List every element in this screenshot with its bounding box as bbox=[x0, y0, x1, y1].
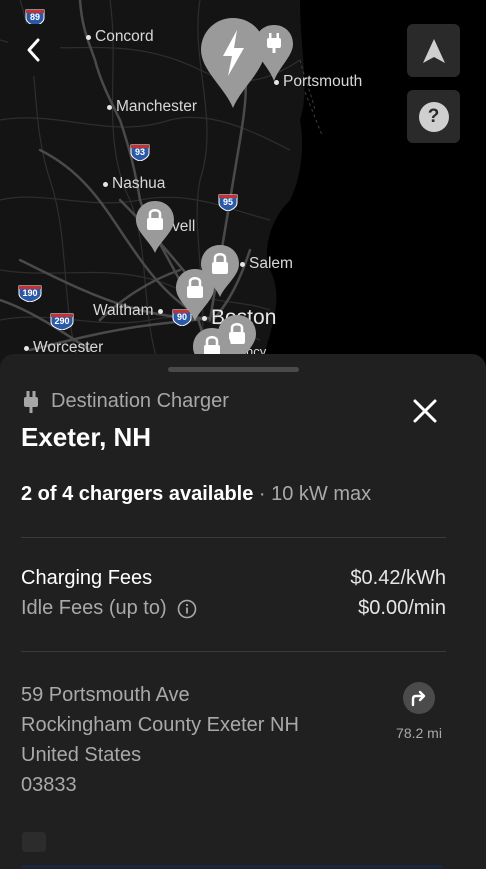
recenter-button[interactable] bbox=[407, 24, 460, 77]
destination-charger-pin-icon[interactable] bbox=[255, 25, 293, 88]
back-button[interactable] bbox=[8, 24, 60, 76]
plug-icon bbox=[24, 390, 38, 413]
partial-icon bbox=[22, 832, 46, 852]
charging-fees-value: $0.42/kWh bbox=[350, 567, 446, 589]
locked-charger-pin-icon[interactable] bbox=[136, 201, 174, 260]
interstate-shield: 95 bbox=[218, 193, 238, 212]
city-label: Manchester bbox=[107, 98, 197, 116]
directions-button[interactable]: 78.2 mi bbox=[390, 682, 448, 741]
navigation-arrow-icon bbox=[422, 38, 445, 63]
max-power: · 10 kW max bbox=[253, 483, 372, 505]
charging-fees-label: Charging Fees bbox=[21, 567, 153, 589]
idle-fees-row: Idle Fees (up to) $0.00/min bbox=[21, 597, 446, 620]
help-icon: ? bbox=[418, 101, 449, 132]
city-label: Salem bbox=[240, 255, 293, 273]
interstate-shield: 190 bbox=[18, 284, 42, 303]
drag-handle[interactable] bbox=[168, 367, 299, 372]
close-button[interactable] bbox=[408, 394, 442, 428]
map-view[interactable]: Concord Manchester Nashua Portsmouth vel… bbox=[0, 0, 486, 370]
address-line: Rockingham County Exeter NH bbox=[21, 714, 299, 736]
availability-count: 2 of 4 chargers available bbox=[21, 483, 254, 505]
directions-icon bbox=[403, 682, 435, 714]
charger-type: Destination Charger bbox=[22, 390, 229, 413]
city-label: vell bbox=[172, 218, 196, 235]
divider bbox=[21, 651, 446, 652]
interstate-shield: 290 bbox=[50, 312, 74, 331]
idle-fees-value: $0.00/min bbox=[358, 597, 446, 619]
charger-type-label: Destination Charger bbox=[51, 390, 229, 412]
bottom-edge bbox=[22, 865, 442, 868]
charger-details-sheet: Destination Charger Exeter, NH 2 of 4 ch… bbox=[0, 354, 486, 869]
city-label: Concord bbox=[86, 28, 154, 46]
help-button[interactable]: ? bbox=[407, 90, 460, 143]
chevron-left-icon bbox=[27, 38, 40, 62]
address-line: 03833 bbox=[21, 774, 77, 796]
distance: 78.2 mi bbox=[396, 725, 442, 741]
city-label: Waltham bbox=[93, 302, 163, 320]
charging-fees-row: Charging Fees $0.42/kWh bbox=[21, 567, 446, 590]
interstate-shield: 93 bbox=[130, 143, 150, 162]
address-line: United States bbox=[21, 744, 142, 766]
info-icon[interactable] bbox=[177, 599, 197, 619]
address-line: 59 Portsmouth Ave bbox=[21, 684, 190, 706]
charger-name: Exeter, NH bbox=[21, 422, 152, 452]
idle-fees-label: Idle Fees (up to) bbox=[21, 597, 167, 619]
locked-charger-pin-icon[interactable] bbox=[176, 269, 214, 328]
availability: 2 of 4 chargers available · 10 kW max bbox=[21, 483, 371, 506]
close-icon bbox=[413, 399, 437, 423]
address: 59 Portsmouth Ave Rockingham County Exet… bbox=[21, 680, 299, 800]
divider bbox=[21, 537, 446, 538]
city-label: Nashua bbox=[103, 175, 165, 193]
